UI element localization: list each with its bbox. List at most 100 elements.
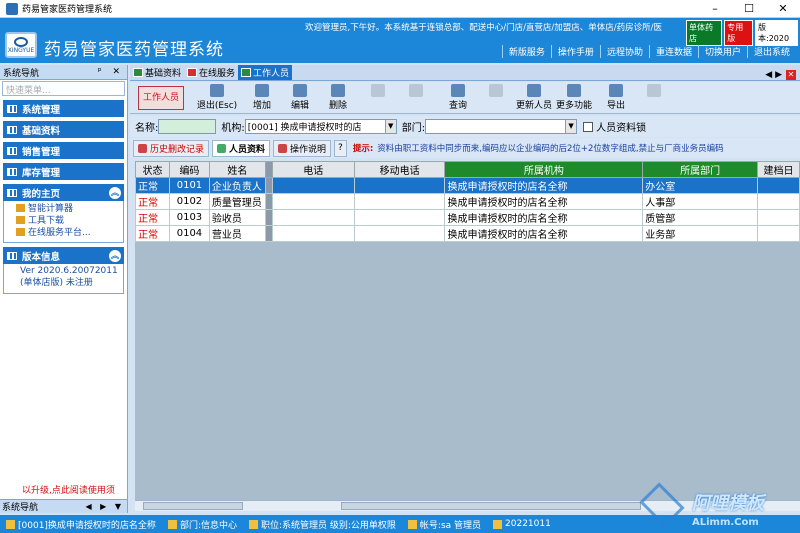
link-reconnect[interactable]: 重连数据 [648, 45, 698, 58]
menu-my-home[interactable]: 我的主页 ︽ [3, 184, 124, 201]
exit-button[interactable]: 退出(Esc) [194, 84, 240, 112]
table-row[interactable]: 正常 0103 验收员 换成申请授权时的店名全称 质管部 [135, 209, 800, 226]
col-phone[interactable]: 电话 [271, 161, 355, 178]
collapse-icon[interactable]: ︽ [109, 249, 121, 262]
cell-dept[interactable]: 办公室 [642, 177, 758, 194]
scroll-thumb-left[interactable] [143, 502, 243, 510]
cell-name[interactable]: 企业负责人 [208, 177, 266, 194]
name-input[interactable] [158, 119, 217, 134]
subtab-history[interactable]: 历史删改记录 [133, 139, 210, 157]
cell-mobile[interactable] [353, 177, 446, 194]
collapse-icon[interactable]: ︽ [109, 186, 121, 199]
menu-basic-data[interactable]: 基础资料 [3, 121, 124, 138]
help-button[interactable]: ? [334, 139, 347, 157]
cell-code[interactable]: 0101 [168, 177, 210, 194]
edit-button[interactable]: 编辑 [286, 84, 314, 112]
cell-org[interactable]: 换成申请授权时的店名全称 [444, 177, 644, 194]
tab-online-service[interactable]: 在线服务 [184, 65, 238, 80]
export-button[interactable]: 导出 [604, 84, 628, 112]
cell-mobile[interactable] [353, 193, 446, 210]
maximize-button[interactable]: ☐ [732, 0, 766, 18]
undo-button[interactable] [366, 84, 390, 112]
cell-status[interactable]: 正常 [135, 209, 170, 226]
link-new-service[interactable]: 新版服务 [501, 45, 551, 58]
cell-org[interactable]: 换成申请授权时的店名全称 [444, 225, 644, 242]
tab-basic-data[interactable]: 基础资料 [130, 65, 184, 80]
home-item-online[interactable]: 在线服务平台... [16, 227, 123, 239]
link-exit[interactable]: 退出系统 [746, 45, 796, 58]
table-row[interactable]: 正常 0101 企业负责人 换成申请授权时的店名全称 办公室 [135, 177, 800, 194]
col-dept[interactable]: 所属部门 [642, 161, 758, 178]
cell-name[interactable]: 验收员 [208, 209, 266, 226]
cell-dept[interactable]: 人事部 [642, 193, 758, 210]
cell-phone[interactable] [271, 225, 355, 242]
cell-date[interactable] [756, 225, 800, 242]
tab-scroll-arrows[interactable]: ◀ ▶ [765, 70, 782, 80]
nav-bottom-label[interactable]: 系统导航 [2, 500, 38, 513]
add-button[interactable]: 增加 [248, 84, 276, 112]
tab-close-icon[interactable]: ✕ [786, 70, 796, 80]
col-date[interactable]: 建档日 [756, 161, 800, 178]
home-item-calculator[interactable]: 智能计算器 [16, 203, 123, 215]
update-staff-button[interactable]: 更新人员 [514, 84, 554, 112]
cell-code[interactable]: 0104 [168, 225, 210, 242]
cell-name[interactable]: 营业员 [208, 225, 266, 242]
col-code[interactable]: 编码 [168, 161, 210, 178]
nav-panel-pin-close[interactable]: ᵖ ✕ [98, 67, 124, 77]
link-switch-user[interactable]: 切换用户 [697, 45, 747, 58]
cell-mobile[interactable] [353, 225, 446, 242]
cell-dept[interactable]: 业务部 [642, 225, 758, 242]
cell-status[interactable]: 正常 [135, 177, 170, 194]
col-name[interactable]: 姓名 [208, 161, 266, 178]
cell-name[interactable]: 质量管理员 [208, 193, 266, 210]
org-select[interactable]: [0001] 换成申请授权时的店 ▼ [244, 119, 397, 134]
link-remote-assist[interactable]: 远程协助 [599, 45, 649, 58]
subtab-instructions[interactable]: 操作说明 [273, 139, 332, 157]
cell-mobile[interactable] [353, 209, 446, 226]
table-row[interactable]: 正常 0102 质量管理员 换成申请授权时的店名全称 人事部 [135, 193, 800, 210]
col-org[interactable]: 所属机构 [444, 161, 644, 178]
cell-phone[interactable] [271, 193, 355, 210]
link-manual[interactable]: 操作手册 [550, 45, 600, 58]
home-item-tools[interactable]: 工具下载 [16, 215, 123, 227]
history-icon [138, 143, 147, 153]
nav-bottom-arrows[interactable]: ◀ ▶ ▼ [85, 502, 124, 511]
scroll-thumb-right[interactable] [341, 502, 641, 510]
menu-system-management[interactable]: 系统管理 [3, 100, 124, 117]
cell-code[interactable]: 0103 [168, 209, 210, 226]
tab-staff[interactable]: 工作人员 [238, 65, 293, 80]
delete-button[interactable]: 删除 [324, 84, 352, 112]
cell-status[interactable]: 正常 [135, 225, 170, 242]
col-mobile[interactable]: 移动电话 [353, 161, 446, 178]
cell-org[interactable]: 换成申请授权时的店名全称 [444, 209, 644, 226]
quick-menu-input[interactable]: 快速菜单... [2, 81, 125, 96]
cell-phone[interactable] [271, 209, 355, 226]
more-functions-button[interactable]: 更多功能 [554, 84, 594, 112]
col-status[interactable]: 状态 [135, 161, 170, 178]
cell-status[interactable]: 正常 [135, 193, 170, 210]
cell-phone[interactable] [271, 177, 355, 194]
menu-version-info[interactable]: 版本信息 ︽ [3, 247, 124, 264]
cell-date[interactable] [756, 177, 800, 194]
upgrade-note[interactable]: 以升级,点此阅读使用须 [22, 483, 115, 496]
menu-inventory[interactable]: 库存管理 [3, 163, 124, 180]
menu-sales[interactable]: 销售管理 [3, 142, 124, 159]
user-icon [217, 143, 227, 153]
cell-org[interactable]: 换成申请授权时的店名全称 [444, 193, 644, 210]
minimize-button[interactable]: – [698, 0, 732, 18]
staff-title-button[interactable]: 工作人员 [138, 86, 184, 110]
cell-dept[interactable]: 质管部 [642, 209, 758, 226]
refresh-button[interactable] [484, 84, 508, 112]
cell-date[interactable] [756, 193, 800, 210]
badge-edition: 专用版 [724, 20, 754, 46]
save-button[interactable] [404, 84, 428, 112]
close-button[interactable]: ✕ [766, 0, 800, 18]
query-button[interactable]: 查询 [444, 84, 472, 112]
print-button[interactable] [642, 84, 666, 112]
cell-date[interactable] [756, 209, 800, 226]
staff-lock-checkbox[interactable] [583, 121, 594, 132]
dept-select[interactable]: ▼ [425, 119, 578, 134]
subtab-staff-data[interactable]: 人员资料 [212, 139, 271, 157]
cell-code[interactable]: 0102 [168, 193, 210, 210]
table-row[interactable]: 正常 0104 营业员 换成申请授权时的店名全称 业务部 [135, 225, 800, 242]
